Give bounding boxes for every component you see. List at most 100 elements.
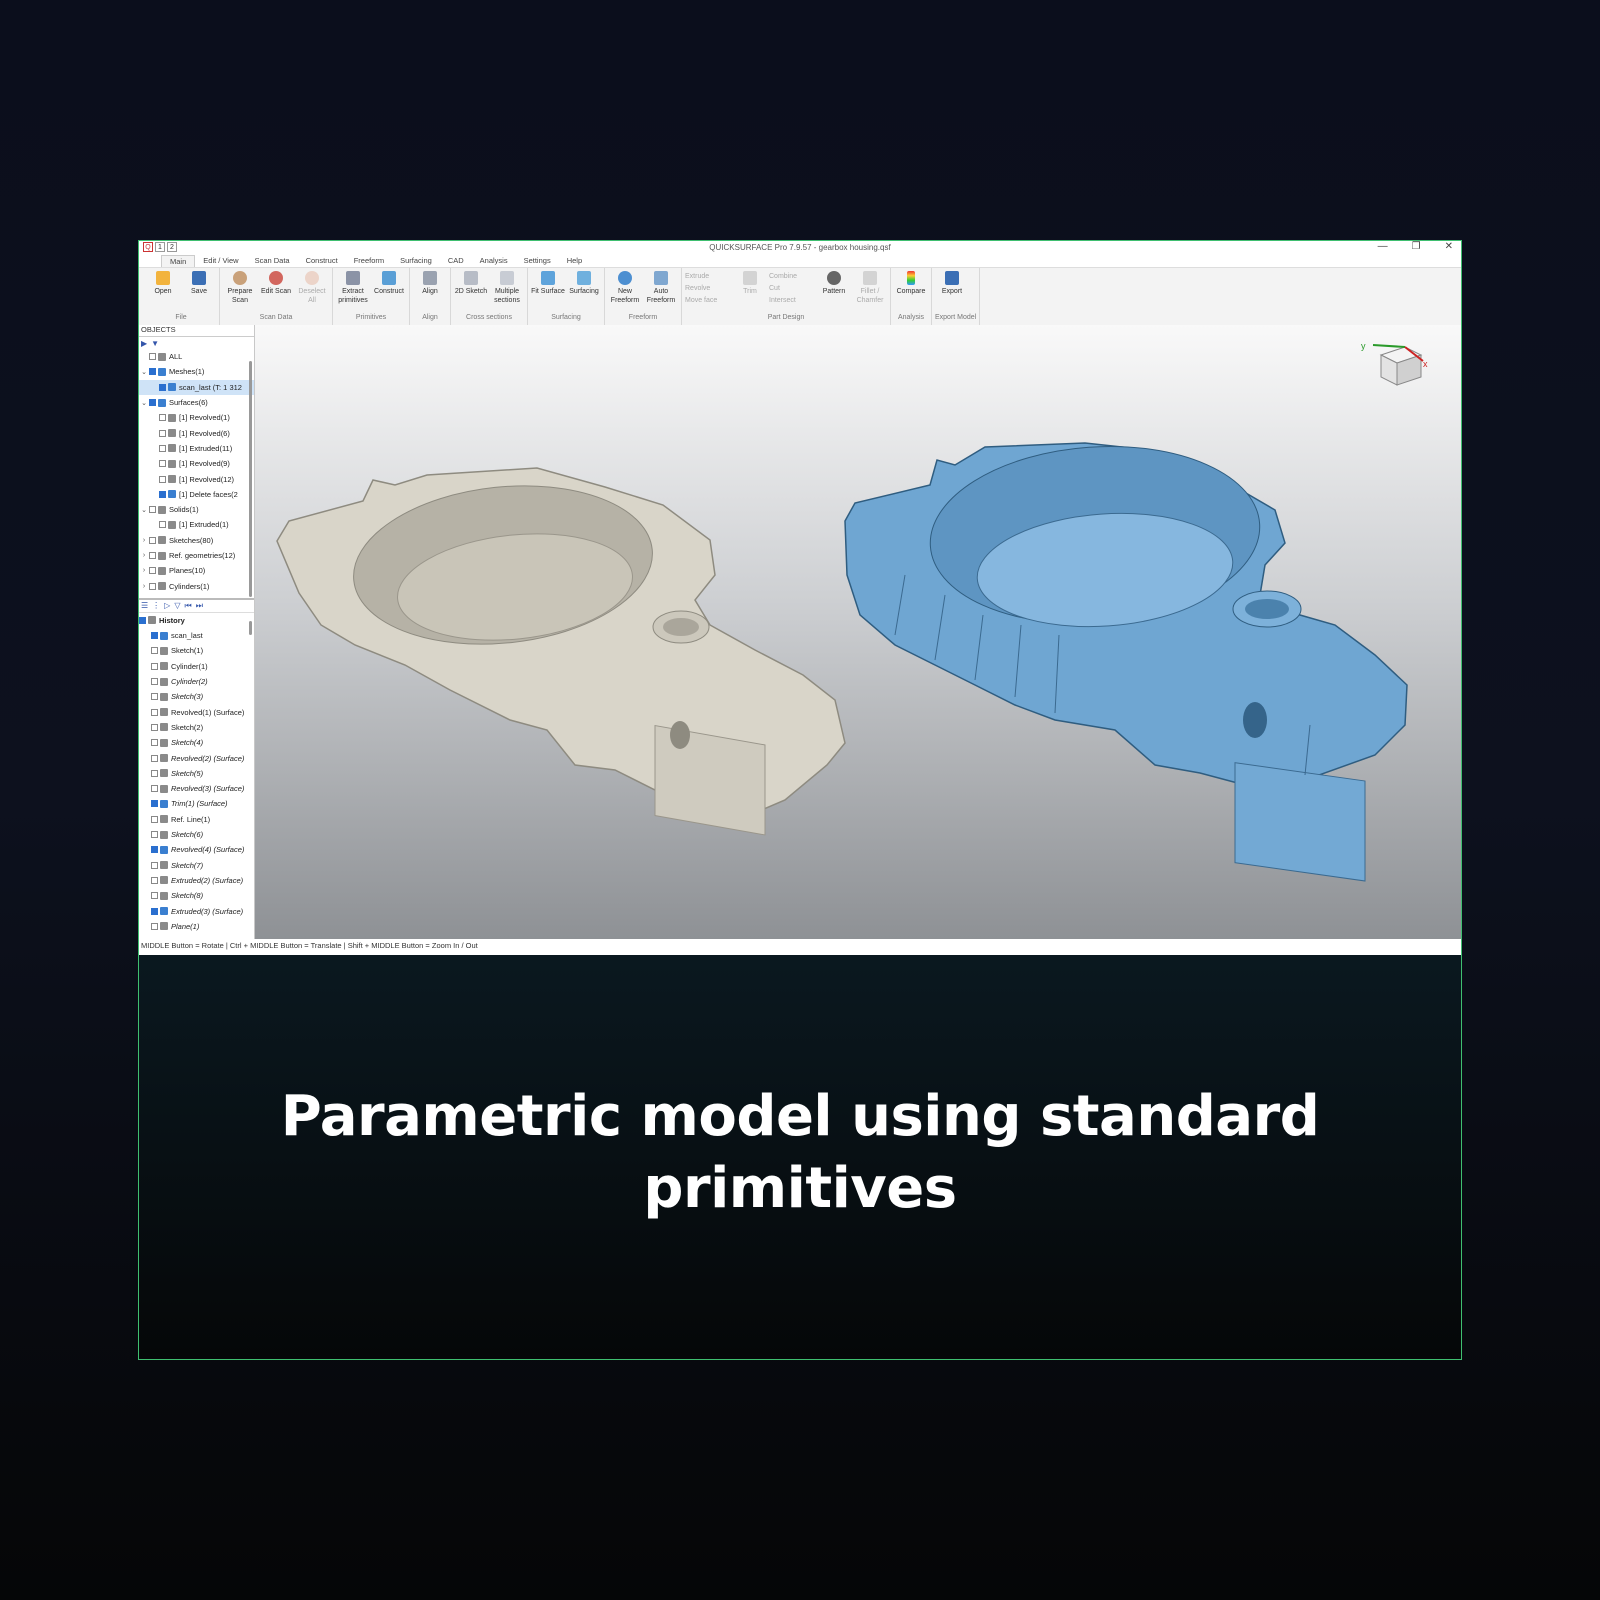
visibility-checkbox[interactable] <box>149 536 156 544</box>
visibility-checkbox[interactable] <box>151 831 158 839</box>
history-item-row[interactable]: Revolved(4) (Surface) <box>139 842 254 857</box>
prepare-scan-button[interactable]: Prepare Scan <box>223 268 257 314</box>
tab-surfacing[interactable]: Surfacing <box>392 255 440 267</box>
visibility-checkbox[interactable] <box>159 521 166 529</box>
visibility-checkbox[interactable] <box>151 800 158 808</box>
history-item-row[interactable]: Extruded(3) (Surface) <box>139 903 254 918</box>
history-item-row[interactable]: scan_last <box>139 628 254 643</box>
new-freeform-button[interactable]: New Freeform <box>608 268 642 314</box>
visibility-checkbox[interactable] <box>149 567 156 575</box>
last-icon[interactable]: ⏭ <box>196 601 203 611</box>
object-item-row[interactable]: › Ref. geometries(12) <box>139 548 254 563</box>
visibility-checkbox[interactable] <box>151 876 158 884</box>
history-item-row[interactable]: Sketch(6) <box>139 827 254 842</box>
visibility-checkbox[interactable] <box>151 754 158 762</box>
object-item-row[interactable]: [1] Extruded(11) <box>139 441 254 456</box>
visibility-checkbox[interactable] <box>151 861 158 869</box>
tab-main[interactable]: Main <box>161 255 196 267</box>
expand-arrow-icon[interactable]: › <box>139 583 149 590</box>
history-item-row[interactable]: Extruded(2) (Surface) <box>139 873 254 888</box>
object-item-row[interactable]: › Planes(10) <box>139 563 254 578</box>
object-item-row[interactable]: › Sketches(80) <box>139 533 254 548</box>
visibility-checkbox[interactable] <box>159 460 166 468</box>
surfacing-button[interactable]: Surfacing <box>567 268 601 314</box>
object-item-row[interactable]: ⌄ Solids(1) <box>139 502 254 517</box>
history-item-row[interactable]: Ref. Line(1) <box>139 812 254 827</box>
first-icon[interactable]: ⏮ <box>184 601 191 611</box>
history-checkbox[interactable] <box>139 616 146 624</box>
align-button[interactable]: Align <box>413 268 447 314</box>
tab-cad[interactable]: CAD <box>440 255 472 267</box>
export-button[interactable]: Export <box>935 268 969 314</box>
visibility-checkbox[interactable] <box>159 444 166 452</box>
tab-freeform[interactable]: Freeform <box>346 255 392 267</box>
fillet-chamfer-button[interactable]: Fillet / Chamfer <box>853 268 887 314</box>
tab-construct[interactable]: Construct <box>298 255 346 267</box>
object-item-row[interactable]: ALL <box>139 349 254 364</box>
expand-arrow-icon[interactable]: › <box>139 552 149 559</box>
cut-button[interactable]: Cut <box>769 283 815 295</box>
intersect-button[interactable]: Intersect <box>769 295 815 307</box>
object-item-row[interactable]: [1] Revolved(9) <box>139 456 254 471</box>
visibility-checkbox[interactable] <box>151 693 158 701</box>
tab-scan-data[interactable]: Scan Data <box>247 255 298 267</box>
visibility-checkbox[interactable] <box>151 708 158 716</box>
object-item-row[interactable]: ⌄ Meshes(1) <box>139 364 254 379</box>
visibility-checkbox[interactable] <box>159 475 166 483</box>
visibility-checkbox[interactable] <box>151 662 158 670</box>
object-item-row[interactable]: ⌄ Surfaces(6) <box>139 395 254 410</box>
visibility-checkbox[interactable] <box>151 632 158 640</box>
history-item-row[interactable]: Sketch(2) <box>139 720 254 735</box>
expand-arrow-icon[interactable]: ⌄ <box>139 506 149 514</box>
save-button[interactable]: Save <box>182 268 216 314</box>
visibility-checkbox[interactable] <box>151 922 158 930</box>
history-item-row[interactable]: Sketch(7) <box>139 858 254 873</box>
visibility-checkbox[interactable] <box>149 353 156 361</box>
history-scrollbar[interactable] <box>249 621 252 635</box>
compare-button[interactable]: Compare <box>894 268 928 314</box>
object-item-row[interactable]: [1] Revolved(12) <box>139 471 254 486</box>
tab-settings[interactable]: Settings <box>516 255 559 267</box>
tab-analysis[interactable]: Analysis <box>472 255 516 267</box>
combine-button[interactable]: Combine <box>769 271 815 283</box>
history-item-row[interactable]: Sketch(4) <box>139 735 254 750</box>
play-icon[interactable]: ▷ <box>164 601 170 610</box>
history-item-row[interactable]: Sketch(8) <box>139 888 254 903</box>
filter-icon[interactable]: ▼ <box>151 339 159 348</box>
history-item-row[interactable]: Sketch(3) <box>139 689 254 704</box>
pattern-button[interactable]: Pattern <box>817 268 851 314</box>
extract-primitives-button[interactable]: Extract primitives <box>336 268 370 314</box>
restore-icon[interactable]: ❐ <box>1412 241 1421 252</box>
extrude-button[interactable]: Extrude <box>685 271 731 283</box>
tab-edit-view[interactable]: Edit / View <box>195 255 246 267</box>
edit-scan-button[interactable]: Edit Scan <box>259 268 293 314</box>
deselect-all-button[interactable]: Deselect All <box>295 268 329 314</box>
history-item-row[interactable]: Trim(1) (Surface) <box>139 796 254 811</box>
visibility-checkbox[interactable] <box>159 490 166 498</box>
3d-viewport[interactable]: y x <box>255 325 1461 939</box>
close-icon[interactable]: ✕ <box>1445 241 1453 252</box>
object-item-row[interactable]: › Cylinders(1) <box>139 578 254 593</box>
object-item-row[interactable]: [1] Revolved(6) <box>139 425 254 440</box>
visibility-checkbox[interactable] <box>151 678 158 686</box>
expand-arrow-icon[interactable]: › <box>139 567 149 574</box>
visibility-checkbox[interactable] <box>151 723 158 731</box>
orientation-cube[interactable]: y x <box>1361 341 1428 386</box>
visibility-checkbox[interactable] <box>149 582 156 590</box>
tab-help[interactable]: Help <box>559 255 590 267</box>
history-item-row[interactable]: Sketch(1) <box>139 643 254 658</box>
play-icon[interactable]: ▶ <box>141 339 147 348</box>
multiple-sections-button[interactable]: Multiple sections <box>490 268 524 314</box>
history-item-row[interactable]: Cylinder(1) <box>139 659 254 674</box>
revolve-button[interactable]: Revolve <box>685 283 731 295</box>
visibility-checkbox[interactable] <box>151 739 158 747</box>
history-item-row[interactable]: Plane(1) <box>139 919 254 934</box>
visibility-checkbox[interactable] <box>149 506 156 514</box>
object-item-row[interactable]: [1] Delete faces(2 <box>139 487 254 502</box>
visibility-checkbox[interactable] <box>151 769 158 777</box>
minimize-icon[interactable]: — <box>1378 241 1388 252</box>
history-item-row[interactable]: Cylinder(2) <box>139 674 254 689</box>
visibility-checkbox[interactable] <box>151 892 158 900</box>
auto-freeform-button[interactable]: Auto Freeform <box>644 268 678 314</box>
visibility-checkbox[interactable] <box>159 383 166 391</box>
